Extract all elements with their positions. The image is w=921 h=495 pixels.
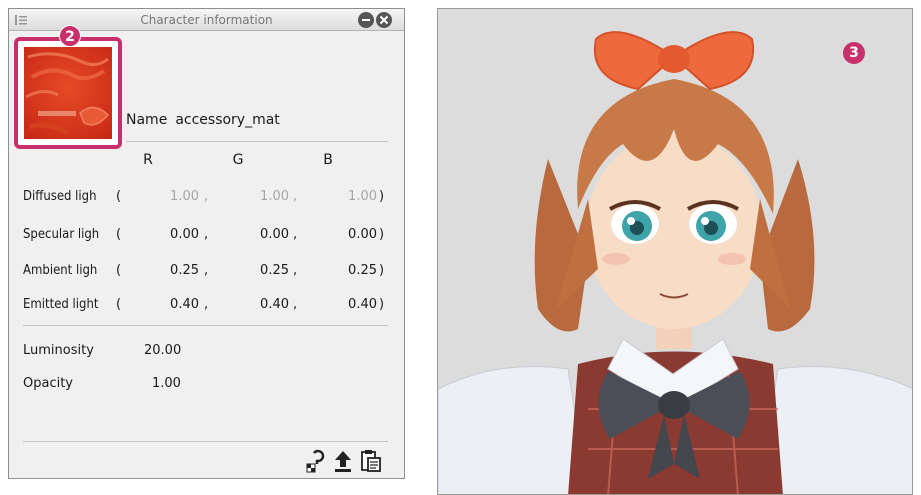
divider-bottom [23, 441, 388, 442]
light-r-value[interactable]: 0.40 [151, 297, 199, 312]
divider-top [126, 141, 388, 142]
luminosity-row: Luminosity 20.00 [23, 343, 181, 358]
column-header-r: R [143, 152, 153, 168]
light-g-value[interactable]: 0.25 [241, 263, 289, 278]
character-render [438, 31, 912, 494]
light-label: Ambient ligh [23, 263, 98, 278]
callout-badge-2: 2 [59, 25, 81, 47]
material-swatch-icon[interactable] [305, 449, 329, 473]
material-name-value[interactable]: accessory_mat [175, 112, 280, 128]
export-icon[interactable] [331, 449, 355, 473]
light-b-value[interactable]: 1.00 [329, 189, 377, 204]
opacity-value[interactable]: 1.00 [152, 376, 181, 391]
minimize-icon[interactable] [358, 12, 374, 28]
light-g-value[interactable]: 0.00 [241, 227, 289, 242]
divider-middle [23, 325, 388, 326]
opacity-row: Opacity 1.00 [23, 376, 181, 391]
paste-icon[interactable] [359, 449, 383, 473]
light-r-value[interactable]: 1.00 [151, 189, 199, 204]
character-preview-canvas[interactable]: 3 [437, 8, 913, 495]
callout-badge-3: 3 [843, 42, 865, 64]
material-name-row: Name accessory_mat [126, 112, 280, 128]
name-label: Name [126, 112, 168, 128]
column-header-g: G [232, 152, 244, 168]
light-label: Diffused ligh [23, 189, 97, 204]
light-r-value[interactable]: 0.00 [151, 227, 199, 242]
luminosity-value[interactable]: 20.00 [144, 343, 181, 358]
opacity-label: Opacity [23, 376, 74, 391]
material-thumbnail-frame [14, 37, 122, 149]
luminosity-label: Luminosity [23, 343, 94, 358]
light-b-value[interactable]: 0.40 [329, 297, 377, 312]
close-icon[interactable] [376, 12, 392, 28]
column-header-b: B [323, 152, 333, 168]
light-label: Specular ligh [23, 227, 100, 242]
character-information-palette: Character information 2 Name accessory_ma… [8, 8, 405, 479]
light-label: Emitted light [23, 297, 99, 312]
light-r-value[interactable]: 0.25 [151, 263, 199, 278]
light-b-value[interactable]: 0.00 [329, 227, 377, 242]
light-g-value[interactable]: 1.00 [241, 189, 289, 204]
light-b-value[interactable]: 0.25 [329, 263, 377, 278]
material-thumbnail[interactable] [24, 47, 112, 139]
light-g-value[interactable]: 0.40 [241, 297, 289, 312]
